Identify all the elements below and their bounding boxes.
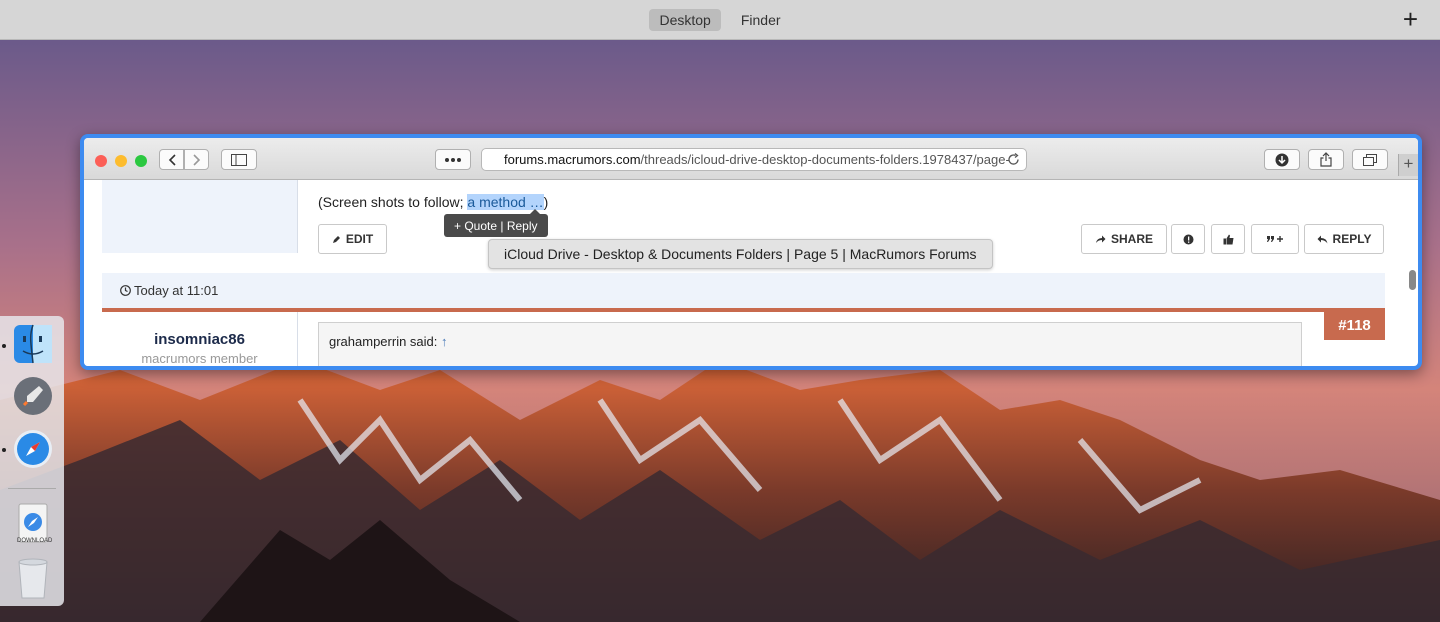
tab-title-tooltip: iCloud Drive - Desktop & Documents Folde… (488, 239, 993, 269)
downloads-stack-icon[interactable]: DOWNLOAD (13, 502, 53, 544)
share-toolbar-button[interactable] (1308, 149, 1344, 170)
post-text-before: (Screen shots to follow; (318, 194, 468, 210)
edit-button[interactable]: EDIT (318, 224, 387, 254)
post-date-row: Today at 11:01 (102, 273, 1385, 308)
running-indicator (2, 344, 6, 348)
sidebar-icon (231, 153, 247, 166)
clock-icon (120, 285, 131, 296)
zoom-window-button[interactable] (135, 155, 147, 167)
previous-post-user-column (102, 180, 298, 253)
chevron-right-icon (192, 153, 200, 166)
quote-author: grahamperrin said: (329, 334, 438, 349)
forward-button[interactable] (184, 149, 209, 170)
share-icon (1320, 152, 1332, 167)
tab-overview-button[interactable] (1352, 149, 1388, 170)
downloads-label: DOWNLOAD (17, 538, 53, 544)
post-text: (Screen shots to follow; a method …) (318, 194, 548, 210)
info-icon (1183, 234, 1193, 244)
share-button[interactable]: SHARE (1081, 224, 1167, 254)
trash-icon[interactable] (13, 556, 53, 599)
reply-label: REPLY (1332, 232, 1372, 246)
page-scrollbar[interactable] (1409, 270, 1416, 290)
new-tab-button[interactable]: + (1398, 154, 1418, 176)
close-window-button[interactable] (95, 155, 107, 167)
url-path: /threads/icloud-drive-desktop-documents-… (640, 152, 1010, 167)
pencil-icon (332, 235, 340, 243)
forum-page: (Screen shots to follow; a method …) + Q… (84, 180, 1402, 366)
post-text-after: ) (543, 194, 549, 210)
reply-arrow-icon (1317, 235, 1328, 243)
downloads-button[interactable] (1264, 149, 1300, 170)
post-user-column: insomniac86 macrumors member (102, 312, 298, 366)
more-dots-icon (445, 157, 461, 162)
reload-icon[interactable] (1007, 153, 1020, 166)
dock: DOWNLOAD (0, 316, 64, 606)
running-indicator (2, 448, 6, 452)
report-button[interactable] (1171, 224, 1205, 254)
post-timestamp[interactable]: Today at 11:01 (134, 283, 218, 298)
url-domain: forums.macrumors.com (504, 152, 641, 167)
share-label: SHARE (1110, 232, 1153, 246)
space-finder[interactable]: Finder (731, 9, 791, 31)
user-title: macrumors member (141, 351, 258, 366)
add-space-button[interactable]: + (1403, 6, 1418, 32)
back-button[interactable] (159, 149, 184, 170)
share-arrow-icon (1095, 235, 1106, 243)
reply-button[interactable]: REPLY (1304, 224, 1384, 254)
launchpad-icon[interactable] (13, 376, 53, 416)
quote-jump-arrow[interactable]: ↑ (441, 334, 448, 349)
address-bar[interactable]: forums.macrumors.com/threads/icloud-driv… (481, 148, 1027, 171)
multi-quote-button[interactable] (1251, 224, 1299, 254)
username[interactable]: insomniac86 (102, 331, 297, 348)
safari-window: forums.macrumors.com/threads/icloud-driv… (80, 134, 1422, 370)
finder-icon[interactable] (13, 324, 53, 364)
quote-reply-popup[interactable]: + Quote | Reply (444, 209, 548, 237)
minimize-window-button[interactable] (115, 155, 127, 167)
thumbs-up-icon (1223, 234, 1233, 244)
quote-block: grahamperrin said: ↑ (318, 322, 1302, 366)
mission-control-bar: Desktop Finder + (0, 0, 1440, 40)
safari-icon[interactable] (13, 429, 53, 469)
download-icon (1275, 153, 1289, 166)
space-desktop[interactable]: Desktop (649, 8, 721, 31)
sidebar-toggle-button[interactable] (221, 149, 257, 170)
dock-separator (8, 488, 56, 489)
chevron-left-icon (168, 153, 176, 166)
edit-label: EDIT (345, 232, 374, 246)
like-button[interactable] (1211, 224, 1245, 254)
browser-toolbar: forums.macrumors.com/threads/icloud-driv… (84, 138, 1418, 180)
post-number-badge[interactable]: #118 (1324, 312, 1385, 340)
quote-plus-icon (1267, 236, 1283, 242)
tabs-icon (1363, 153, 1377, 166)
top-sites-button[interactable] (435, 149, 471, 170)
selected-text[interactable]: a method … (467, 194, 544, 210)
